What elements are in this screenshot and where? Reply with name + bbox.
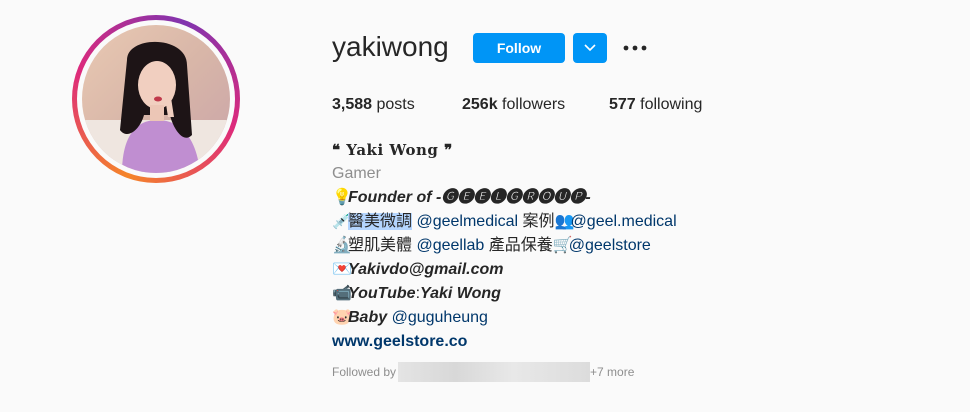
followers-stat[interactable]: 256k followers [462,95,565,115]
mention-guguheung[interactable]: @guguheung [392,309,488,326]
profile-avatar-ring[interactable] [72,15,240,183]
bio-line-lab: 🔬塑肌美體 @geellab 產品保養🛒@geelstore [332,234,677,258]
profile-username: yakiwong [332,31,449,62]
chevron-down-icon [584,44,596,52]
email-text: Yakivdo@gmail.com [348,261,504,278]
more-options-button[interactable] [622,36,648,60]
youtube-channel: Yaki Wong [420,285,501,302]
bio-line-founder: 💡Founder of -🅖🅔🅔🅛🅖🅡🅞🅤🅟- [332,186,677,210]
bio-line-email: 💌Yakivdo@gmail.com [332,258,677,282]
follow-button[interactable]: Follow [473,33,565,63]
baby-text: Baby [348,309,392,326]
bio-line-medical: 💉醫美微調 @geelmedical 案例👥@geel.medical [332,210,677,234]
following-count: 577 [609,96,636,113]
body-text: 塑肌美體 [348,237,417,254]
mention-geelstore[interactable]: @geelstore [569,237,651,254]
profile-category: Gamer [332,165,381,182]
website-link[interactable]: www.geelstore.co [332,330,677,354]
avatar[interactable] [82,25,230,173]
followers-label: followers [497,96,566,113]
posts-label: posts [372,96,415,113]
pig-icon: 🐷 [332,309,352,326]
redacted-usernames [398,362,591,382]
following-label: following [635,96,703,113]
posts-count: 3,588 [332,96,373,113]
cases-text: 案例 [518,213,555,230]
followed-by-more: +7 more [590,365,635,379]
followers-count: 256k [462,96,498,113]
suggested-accounts-dropdown-button[interactable] [573,33,607,63]
youtube-label: YouTube [348,285,416,302]
followed-by-label: Followed by [332,365,397,379]
more-horizontal-icon [623,45,647,51]
following-stat[interactable]: 577 following [609,95,702,115]
microscope-icon: 🔬 [332,237,352,254]
mention-geel-medical[interactable]: @geel.medical [571,213,677,230]
founder-text: Founder of -🅖🅔🅔🅛🅖🅡🅞🅤🅟- [348,189,591,206]
video-camera-icon: 📹 [332,285,352,302]
lightbulb-icon: 💡 [332,189,352,206]
bio-line-baby: 🐷Baby @guguheung [332,306,677,330]
avatar-photo [82,25,230,173]
love-letter-icon: 💌 [332,261,352,278]
bio-line-youtube: 📹YouTube:Yaki Wong [332,282,677,306]
mention-geelmedical[interactable]: @geelmedical [416,213,518,230]
products-text: 產品保養 [484,237,553,254]
posts-stat: 3,588 posts [332,95,415,115]
highlighted-text: 醫美微調 [348,213,413,230]
profile-full-name: ❝ Yaki Wong ❞ [332,141,453,159]
people-icon: 👥 [554,213,575,230]
cart-icon: 🛒 [552,237,573,254]
profile-bio: ❝ Yaki Wong ❞ Gamer 💡Founder of -🅖🅔🅔🅛🅖🅡🅞… [332,138,677,354]
syringe-icon: 💉 [332,213,352,230]
followed-by[interactable]: Followed by +7 more [332,362,634,382]
mention-geellab[interactable]: @geellab [416,237,484,254]
